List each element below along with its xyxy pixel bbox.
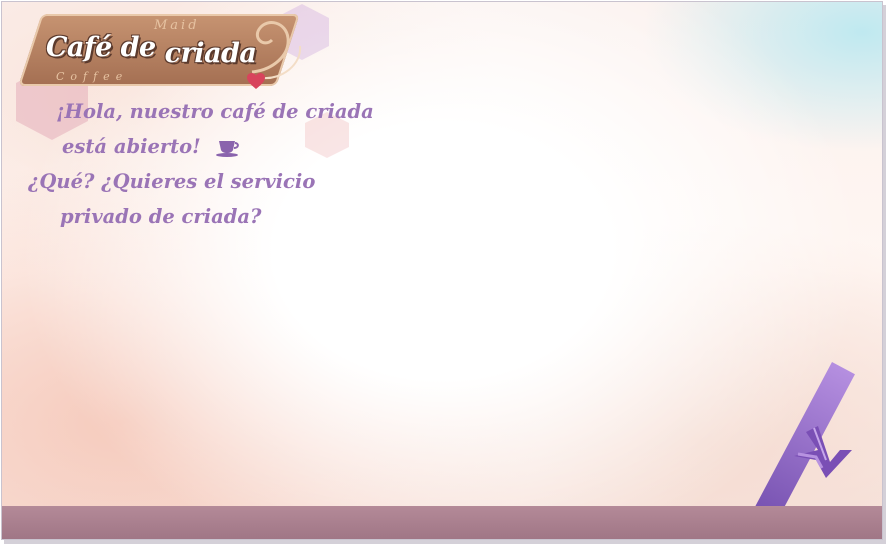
dialogue-line-1: ¡Hola, nuestro café de criada bbox=[56, 100, 374, 123]
logo-title: Café de criada bbox=[46, 32, 257, 69]
dialogue-window[interactable]: Maid Café de criada Coffee ¡Hola, nuestr… bbox=[1, 1, 883, 540]
logo-tag-maid: Maid bbox=[154, 18, 200, 33]
logo-tag-coffee: Coffee bbox=[56, 70, 129, 83]
bottom-bar bbox=[2, 506, 882, 539]
logo-title-line2: criada bbox=[164, 38, 257, 69]
heart-icon bbox=[247, 73, 265, 89]
coffee-cup-icon bbox=[215, 140, 239, 157]
dialogue-line-2-text: está abierto! bbox=[62, 135, 201, 158]
dialogue-line-3: ¿Qué? ¿Quieres el servicio bbox=[28, 170, 316, 193]
dialogue-line-4: privado de criada? bbox=[60, 205, 262, 228]
advance-arrow-icon[interactable] bbox=[788, 420, 854, 482]
logo-title-line1: Café de bbox=[46, 32, 156, 63]
cafe-logo: Maid Café de criada Coffee bbox=[6, 6, 306, 92]
dialogue-line-2: está abierto! bbox=[28, 129, 548, 164]
dialogue-text: ¡Hola, nuestro café de criada está abier… bbox=[28, 94, 548, 234]
